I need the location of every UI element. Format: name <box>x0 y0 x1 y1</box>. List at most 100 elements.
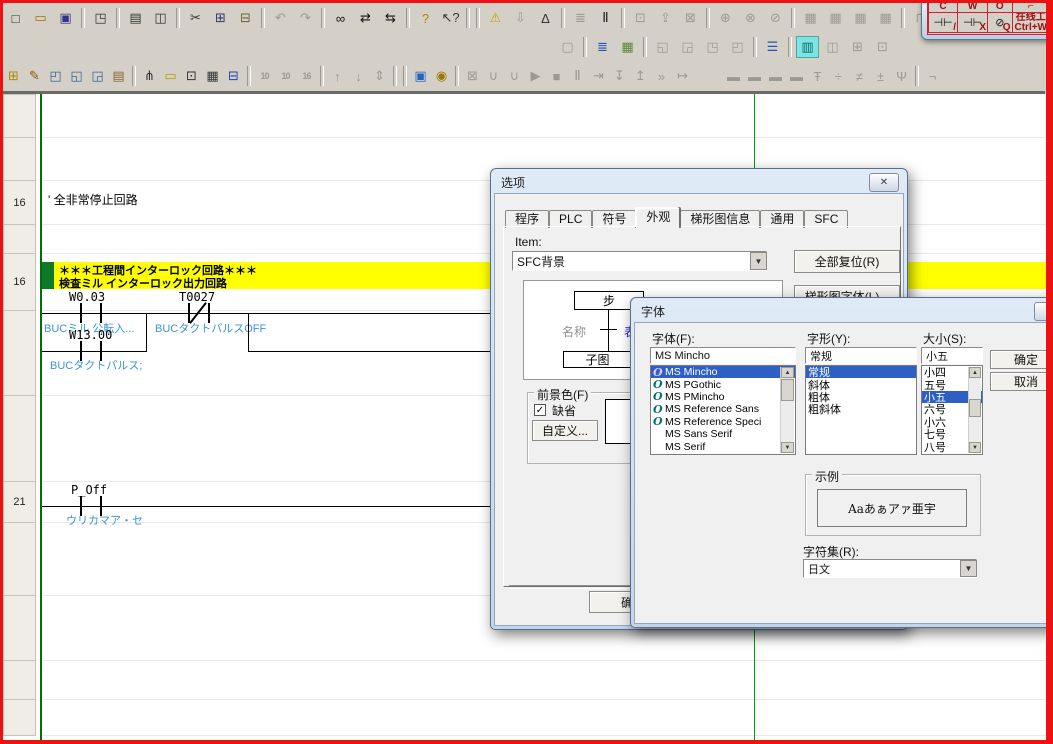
toolbar-separator <box>393 66 397 86</box>
partial-transfer-icon: ◲ <box>676 36 699 58</box>
ladder-gridline <box>42 137 1046 138</box>
undo-icon: ↶ <box>269 7 292 29</box>
default-checkbox-label: 缺省 <box>552 402 576 419</box>
contact-address: P_Off <box>71 483 107 497</box>
sfc-subchart-box: 子图 <box>563 351 632 368</box>
font-size-list[interactable]: 小四五号小五六号小六七号八号▲▼ <box>921 365 983 455</box>
charset-combobox-arrow[interactable]: ▼ <box>960 560 977 577</box>
font-style-input[interactable]: 常规 <box>805 347 917 364</box>
compile-all-icon: ⇩ <box>509 7 532 29</box>
cascade-windows-icon[interactable]: ◱ <box>66 65 87 87</box>
pause-monitor-icon[interactable]: Ⅱ <box>594 7 617 29</box>
binary-view-icon[interactable]: ⊟ <box>223 65 244 87</box>
cut-icon[interactable]: ✂ <box>184 7 207 29</box>
address-reference-icon[interactable]: ▭ <box>160 65 181 87</box>
font-option[interactable]: MS Sans Serif <box>651 428 795 440</box>
left-bus-bar <box>40 94 42 740</box>
context-help-icon[interactable]: ↖? <box>439 7 462 29</box>
reset-all-button[interactable]: 全部复位(R) <box>794 250 900 273</box>
style-option[interactable]: 粗斜体 <box>806 403 916 415</box>
find-all-icon[interactable]: ⇆ <box>379 7 402 29</box>
list-scrollbar[interactable]: ▲▼ <box>780 367 794 453</box>
properties-icon[interactable]: ▤ <box>108 65 129 87</box>
scroll-thumb[interactable] <box>969 399 981 417</box>
save-icon[interactable]: ▣ <box>54 7 77 29</box>
scroll-down-icon[interactable]: ▼ <box>969 442 981 453</box>
font-name-label: 字体(F): <box>652 330 695 347</box>
custom-color-button[interactable]: 自定义... <box>532 420 598 441</box>
item-combobox-arrow[interactable]: ▼ <box>750 252 767 270</box>
mini-closed-contact-button[interactable]: ⊣⊢/ <box>928 13 958 33</box>
work-online-shortcut: Ctrl+W <box>1015 23 1048 33</box>
foreground-group-label: 前景色(F) <box>534 386 591 403</box>
font-option[interactable]: OMS Reference Sans <box>651 403 795 415</box>
io-comment-icon[interactable]: ⊡ <box>181 65 202 87</box>
find-icon[interactable]: ∞ <box>329 7 352 29</box>
paste-icon[interactable]: ⊟ <box>234 7 257 29</box>
return-icon: ¬ <box>922 65 943 87</box>
mini-or-closed-contact-button[interactable]: ⊣⊢X <box>958 13 988 33</box>
scroll-down-icon[interactable]: ▼ <box>781 442 794 453</box>
rung-number-cell <box>3 94 36 138</box>
new-window-icon[interactable]: ⊞ <box>3 65 24 87</box>
toolbar-separator <box>753 37 757 57</box>
toolbar-separator <box>643 37 647 57</box>
print-preview-icon[interactable]: ◫ <box>149 7 172 29</box>
font-cancel-button[interactable]: 取消 <box>990 372 1053 391</box>
toolbar-separator <box>406 8 410 28</box>
monitor-toggle-icon[interactable]: ▥ <box>796 36 819 58</box>
font-option[interactable]: OMS Reference Speci <box>651 416 795 428</box>
tab-外观[interactable]: 外观 <box>636 208 680 228</box>
transfer-doc-icon: ⇪ <box>654 7 677 29</box>
font-option[interactable]: OMS PMincho <box>651 391 795 403</box>
print-setup-icon[interactable]: ◳ <box>89 7 112 29</box>
scroll-up-icon[interactable]: ▲ <box>781 367 794 378</box>
scroll-thumb[interactable] <box>781 379 794 401</box>
font-option[interactable]: OMS Mincho <box>651 366 795 378</box>
help-icon[interactable]: ? <box>414 7 437 29</box>
transfer-program-icon[interactable]: ▦ <box>616 36 639 58</box>
font-ok-button[interactable]: 确定 <box>990 350 1053 369</box>
contact-address: W0.03 <box>69 290 105 304</box>
output-branch-joint <box>248 313 249 352</box>
scroll-up-icon[interactable]: ▲ <box>969 367 981 378</box>
list-scrollbar[interactable]: ▲▼ <box>968 367 981 453</box>
print-icon[interactable]: ▤ <box>124 7 147 29</box>
replace-icon[interactable]: ⇄ <box>354 7 377 29</box>
options-close-button[interactable]: ✕ <box>869 173 899 192</box>
toolbar-separator <box>901 8 905 28</box>
item-combobox[interactable]: SFC背景 <box>512 251 767 271</box>
mini-closed-coil-button[interactable]: ⊘Q <box>988 13 1012 33</box>
find-error-icon[interactable]: ∆ <box>534 7 557 29</box>
sample-group-label: 示例 <box>812 468 842 485</box>
chart-window-icon[interactable]: ◰ <box>45 65 66 87</box>
goto-next-icon: ↓ <box>348 65 369 87</box>
monitor-window-icon[interactable]: ◉ <box>431 65 452 87</box>
font-size-input[interactable]: 小五 <box>921 347 983 364</box>
new-file-icon[interactable]: □ <box>4 7 27 29</box>
toolbox-icon[interactable]: ✎ <box>24 65 45 87</box>
default-checkbox[interactable]: ✓ <box>534 404 546 416</box>
font-option[interactable]: MS Serif <box>651 440 795 452</box>
toolbar-separator <box>561 8 565 28</box>
transfer-to-plc-icon[interactable]: ≣ <box>591 36 614 58</box>
compare-3-icon: ⊘ <box>764 7 787 29</box>
font-option[interactable]: OMS PGothic <box>651 378 795 390</box>
cross-reference-icon[interactable]: ⋔ <box>139 65 160 87</box>
watch-window-icon[interactable]: ▣ <box>410 65 431 87</box>
open-file-icon[interactable]: ▭ <box>29 7 52 29</box>
compile-icon[interactable]: ⚠ <box>484 7 507 29</box>
font-style-list[interactable]: 常规斜体粗体粗斜体 <box>805 365 917 455</box>
copy-icon[interactable]: ⊞ <box>209 7 232 29</box>
font-list[interactable]: OMS MinchoOMS PGothicOMS PMinchoOMS Refe… <box>650 365 796 455</box>
mini-work-online-button[interactable]: 在线工 Ctrl+W <box>1013 13 1051 33</box>
tile-windows-icon[interactable]: ◲ <box>87 65 108 87</box>
symbol-table-icon[interactable]: ☰ <box>761 36 784 58</box>
toolbar-separator <box>791 8 795 28</box>
output-branch-wire <box>248 351 494 352</box>
rung-comment-dialog-icon[interactable]: ▦ <box>202 65 223 87</box>
font-name-input[interactable]: MS Mincho <box>650 347 796 364</box>
charset-combobox[interactable]: 日文 <box>803 559 977 578</box>
contact-address: W13.00 <box>69 328 112 342</box>
rung-number-cell <box>3 660 36 700</box>
